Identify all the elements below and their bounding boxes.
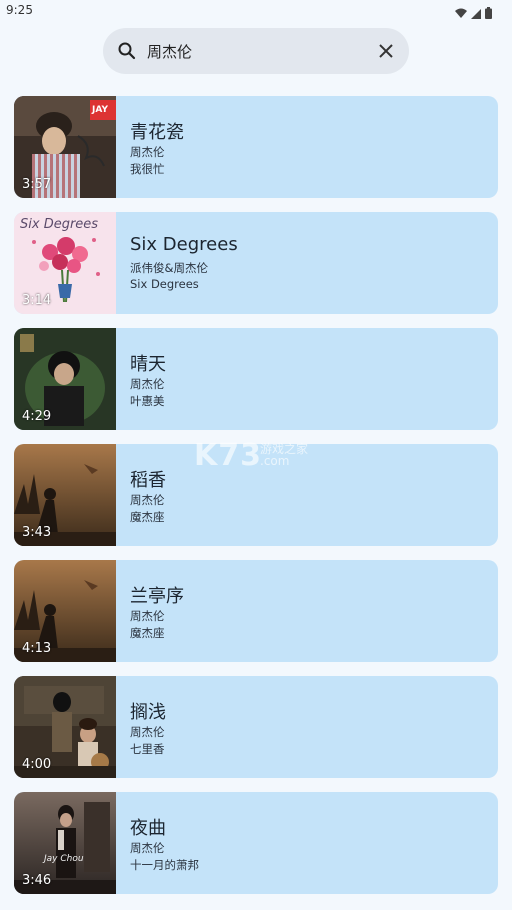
wifi-icon — [455, 4, 467, 23]
song-artist: 周杰伦 — [130, 725, 165, 739]
song-artist: 周杰伦 — [130, 377, 165, 391]
song-title: 搁浅 — [130, 702, 166, 723]
song-title: 青花瓷 — [130, 122, 184, 143]
song-artist: 派伟俊&周杰伦 — [130, 261, 208, 275]
song-album: 七里香 — [130, 742, 165, 756]
song-album: 魔杰座 — [130, 626, 165, 640]
jay-chou-wordmark: Jay Chou — [44, 854, 84, 864]
search-bar[interactable]: 周杰伦 — [103, 28, 409, 74]
album-cover: 4:00 — [14, 676, 116, 778]
song-title: 晴天 — [130, 354, 166, 375]
battery-icon — [485, 4, 492, 23]
song-title: 夜曲 — [130, 818, 166, 839]
song-duration: 4:00 — [22, 757, 52, 772]
song-duration: 3:46 — [22, 873, 52, 888]
song-album: Six Degrees — [130, 277, 199, 291]
watermark-logo: K73 游戏之家 .com — [194, 438, 324, 474]
six-degrees-art: Six Degrees — [20, 217, 99, 232]
song-duration: 3:43 — [22, 525, 52, 540]
song-artist: 周杰伦 — [130, 609, 165, 623]
song-card[interactable]: Jay Chou 3:46 夜曲 周杰伦 十一月的萧邦 — [14, 792, 498, 894]
album-cover: Jay Chou 3:46 — [14, 792, 116, 894]
status-icons — [455, 4, 492, 23]
album-cover: 4:29 — [14, 328, 116, 430]
song-artist: 周杰伦 — [130, 145, 165, 159]
watermark-logo-text: K73 — [194, 438, 262, 473]
song-card[interactable]: 4:13 兰亭序 周杰伦 魔杰座 — [14, 560, 498, 662]
song-title: 稻香 — [130, 470, 166, 491]
song-artist: 周杰伦 — [130, 493, 165, 507]
song-card[interactable]: 4:00 搁浅 周杰伦 七里香 — [14, 676, 498, 778]
album-cover: 3:43 — [14, 444, 116, 546]
search-input[interactable]: 周杰伦 — [147, 41, 192, 62]
song-album: 十一月的萧邦 — [130, 858, 199, 872]
search-icon[interactable] — [117, 41, 137, 61]
song-card[interactable]: JAY 3:57 青花瓷 周杰伦 我很忙 — [14, 96, 498, 198]
status-bar: 9:25 — [0, 0, 512, 22]
watermark-sub2: .com — [260, 454, 290, 468]
close-icon[interactable] — [377, 42, 395, 60]
album-cover: JAY 3:57 — [14, 96, 116, 198]
song-duration: 4:13 — [22, 641, 52, 656]
song-album: 叶惠美 — [130, 394, 165, 408]
song-duration: 3:57 — [22, 177, 52, 192]
jay-logo: JAY — [92, 105, 108, 115]
song-duration: 4:29 — [22, 409, 52, 424]
album-cover: Six Degrees 3:14 — [14, 212, 116, 314]
cell-signal-icon — [471, 4, 481, 23]
song-duration: 3:14 — [22, 293, 52, 308]
status-time: 9:25 — [6, 3, 33, 17]
song-artist: 周杰伦 — [130, 841, 165, 855]
song-card[interactable]: Six Degrees 3:14 Six Degrees 派伟俊&周杰伦 Six… — [14, 212, 498, 314]
album-cover: 4:13 — [14, 560, 116, 662]
song-card[interactable]: 4:29 晴天 周杰伦 叶惠美 — [14, 328, 498, 430]
song-title: Six Degrees — [130, 234, 238, 255]
song-album: 魔杰座 — [130, 510, 165, 524]
song-album: 我很忙 — [130, 162, 165, 176]
song-title: 兰亭序 — [130, 586, 184, 607]
